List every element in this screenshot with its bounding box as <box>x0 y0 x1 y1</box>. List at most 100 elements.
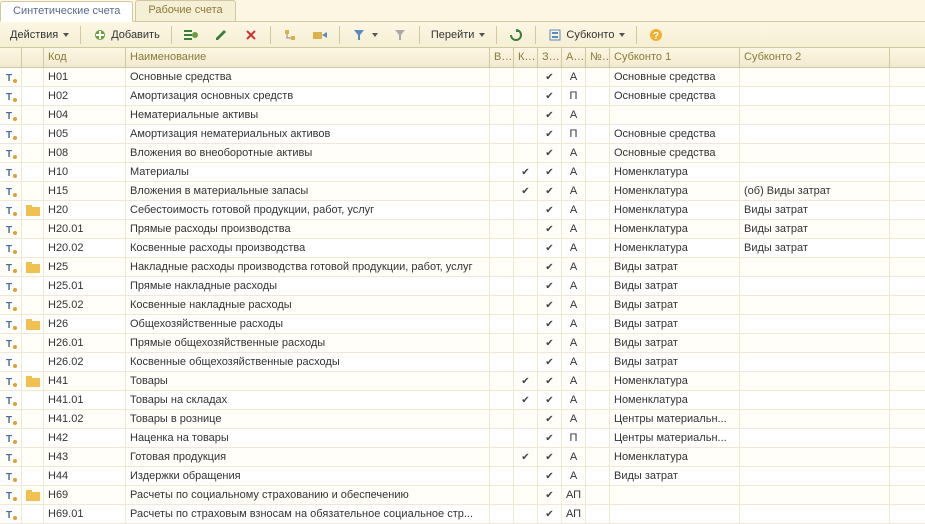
cell-s1: Виды затрат <box>610 277 740 295</box>
table-row[interactable]: TН20Себестоимость готовой продукции, раб… <box>0 201 925 220</box>
cell-s2 <box>740 163 890 181</box>
table-row[interactable]: TН25.01Прямые накладные расходы✔АВиды за… <box>0 277 925 296</box>
row-folder <box>22 220 44 238</box>
svg-text:T: T <box>6 73 12 83</box>
table-row[interactable]: TН69.01Расчеты по страховым взносам на о… <box>0 505 925 524</box>
col-n[interactable]: №.. <box>586 48 610 67</box>
cell-code: Н20.01 <box>44 220 126 238</box>
cell-z: ✔ <box>538 429 562 447</box>
svg-text:T: T <box>6 263 12 273</box>
grid-body: TН01Основные средства✔АОсновные средства… <box>0 68 925 524</box>
svg-text:T: T <box>6 92 12 102</box>
row-marker: T <box>0 334 22 352</box>
table-row[interactable]: TН25Накладные расходы производства готов… <box>0 258 925 277</box>
table-row[interactable]: TН26.01Прямые общехозяйственные расходы✔… <box>0 334 925 353</box>
row-folder <box>22 391 44 409</box>
cell-z: ✔ <box>538 467 562 485</box>
col-v[interactable]: В... <box>490 48 514 67</box>
delete-button[interactable] <box>237 25 265 45</box>
add-item-button[interactable] <box>177 25 205 45</box>
cell-s2 <box>740 410 890 428</box>
help-button[interactable]: ? <box>642 25 670 45</box>
cell-v <box>490 334 514 352</box>
cell-code: Н26.01 <box>44 334 126 352</box>
col-z[interactable]: З... <box>538 48 562 67</box>
list-add-icon <box>183 27 199 43</box>
table-row[interactable]: TН69Расчеты по социальному страхованию и… <box>0 486 925 505</box>
cell-k <box>514 258 538 276</box>
funnel-icon <box>351 27 367 43</box>
table-row[interactable]: TН44Издержки обращения✔АВиды затрат <box>0 467 925 486</box>
account-marker-icon: T <box>5 242 17 254</box>
refresh-button[interactable] <box>502 25 530 45</box>
table-row[interactable]: TН41.01Товары на складах✔✔АНоменклатура <box>0 391 925 410</box>
col-folder[interactable] <box>22 48 44 67</box>
tab-synthetic-accounts[interactable]: Синтетические счета <box>0 1 133 22</box>
table-row[interactable]: TН42Наценка на товары✔ПЦентры материальн… <box>0 429 925 448</box>
cell-v <box>490 391 514 409</box>
move-button[interactable] <box>306 25 334 45</box>
cell-name: Нематериальные активы <box>126 106 490 124</box>
cell-z: ✔ <box>538 125 562 143</box>
cell-code: Н04 <box>44 106 126 124</box>
hierarchy-button[interactable] <box>276 25 304 45</box>
table-row[interactable]: TН43Готовая продукция✔✔АНоменклатура <box>0 448 925 467</box>
cell-s2 <box>740 429 890 447</box>
row-folder <box>22 315 44 333</box>
svg-text:T: T <box>6 453 12 463</box>
goto-menu[interactable]: Перейти <box>425 25 492 45</box>
plus-icon <box>92 27 108 43</box>
cell-n <box>586 201 610 219</box>
col-marker[interactable] <box>0 48 22 67</box>
table-row[interactable]: TН25.02Косвенные накладные расходы✔АВиды… <box>0 296 925 315</box>
cell-z: ✔ <box>538 448 562 466</box>
table-row[interactable]: TН04Нематериальные активы✔А <box>0 106 925 125</box>
svg-text:T: T <box>6 206 12 216</box>
table-row[interactable]: TН20.01Прямые расходы производства✔АНоме… <box>0 220 925 239</box>
col-s1[interactable]: Субконто 1 <box>610 48 740 67</box>
table-row[interactable]: TН20.02Косвенные расходы производства✔АН… <box>0 239 925 258</box>
row-folder <box>22 410 44 428</box>
cell-s2 <box>740 106 890 124</box>
table-row[interactable]: TН10Материалы✔✔АНоменклатура <box>0 163 925 182</box>
table-row[interactable]: TН41Товары✔✔АНоменклатура <box>0 372 925 391</box>
col-code[interactable]: Код <box>44 48 126 67</box>
col-a[interactable]: А... <box>562 48 586 67</box>
svg-text:T: T <box>6 510 12 520</box>
table-row[interactable]: TН26Общехозяйственные расходы✔АВиды затр… <box>0 315 925 334</box>
cell-a: А <box>562 220 586 238</box>
table-row[interactable]: TН02Амортизация основных средств✔ПОсновн… <box>0 87 925 106</box>
table-row[interactable]: TН01Основные средства✔АОсновные средства <box>0 68 925 87</box>
filter-clear-button[interactable] <box>386 25 414 45</box>
grid-header: Код Наименование В... К... З... А... №..… <box>0 48 925 68</box>
actions-menu[interactable]: Действия <box>4 25 75 45</box>
table-row[interactable]: TН15Вложения в материальные запасы✔✔АНом… <box>0 182 925 201</box>
cell-name: Общехозяйственные расходы <box>126 315 490 333</box>
cell-z: ✔ <box>538 106 562 124</box>
cell-v <box>490 410 514 428</box>
cell-s1: Номенклатура <box>610 182 740 200</box>
subconto-button[interactable]: Субконто <box>541 25 631 45</box>
row-marker: T <box>0 505 22 523</box>
row-folder <box>22 296 44 314</box>
cell-k <box>514 315 538 333</box>
col-k[interactable]: К... <box>514 48 538 67</box>
table-row[interactable]: TН26.02Косвенные общехозяйственные расхо… <box>0 353 925 372</box>
table-row[interactable]: TН05Амортизация нематериальных активов✔П… <box>0 125 925 144</box>
filter-button[interactable] <box>345 25 384 45</box>
svg-text:T: T <box>6 472 12 482</box>
cell-n <box>586 144 610 162</box>
col-s2[interactable]: Субконто 2 <box>740 48 890 67</box>
tab-working-accounts[interactable]: Рабочие счета <box>135 0 235 21</box>
cell-a: А <box>562 296 586 314</box>
table-row[interactable]: TН41.02Товары в рознице✔АЦентры материал… <box>0 410 925 429</box>
cell-a: А <box>562 353 586 371</box>
add-button[interactable]: Добавить <box>86 25 166 45</box>
svg-text:T: T <box>6 130 12 140</box>
table-row[interactable]: TН08Вложения во внеоборотные активы✔АОсн… <box>0 144 925 163</box>
cell-name: Товары <box>126 372 490 390</box>
cell-a: П <box>562 87 586 105</box>
row-folder <box>22 182 44 200</box>
edit-button[interactable] <box>207 25 235 45</box>
col-name[interactable]: Наименование <box>126 48 490 67</box>
